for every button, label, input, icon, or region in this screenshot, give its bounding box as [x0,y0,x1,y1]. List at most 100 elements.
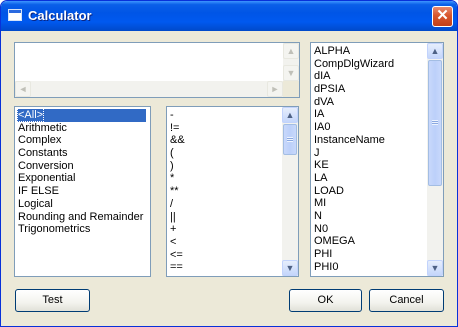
category-item-label: Conversion [18,159,74,172]
variable-item-label: PHI [314,248,333,260]
variable-item[interactable]: ALPHA [313,45,394,58]
variable-item[interactable]: PHI [313,248,394,261]
category-item[interactable]: Constants [17,147,146,160]
variable-item[interactable]: MI [313,197,394,210]
expression-hscroll[interactable]: ◄ ► [15,81,283,97]
variable-item[interactable]: KE [313,159,394,172]
scroll-up-icon[interactable]: ▲ [282,107,298,123]
scroll-right-icon[interactable]: ► [267,81,283,97]
scroll-thumb[interactable] [428,60,442,186]
category-item-label: Complex [18,134,62,147]
window-title: Calculator [28,8,92,23]
scroll-down-icon[interactable]: ▼ [282,260,298,276]
scroll-up-icon[interactable]: ▲ [283,43,299,59]
category-item-label: Rounding and Remainder [18,210,144,223]
category-item[interactable]: Exponential [17,172,146,185]
operator-item-label: || [170,210,176,223]
test-button[interactable]: Test [15,289,90,312]
category-item[interactable]: <All> [16,108,146,122]
operator-item-label: + [170,223,177,236]
variable-item[interactable]: dVA [313,96,394,109]
operator-item-label: != [170,121,180,134]
expression-editor[interactable]: ▲ ▼ ◄ ► [14,42,300,98]
variable-item[interactable]: LA [313,172,394,185]
variable-item-label: LA [314,171,328,184]
operator-item[interactable]: != [169,122,185,135]
variable-vscroll[interactable]: ▲ ▼ [427,43,443,276]
operator-item-label: < [170,235,177,248]
category-item[interactable]: Complex [17,134,146,147]
category-item-label: Exponential [18,172,76,185]
variable-item[interactable]: IA [313,108,394,121]
operator-item-label: ) [170,159,174,172]
variable-item[interactable]: dIA [313,70,394,83]
operator-item[interactable]: * [169,172,185,185]
variable-item-label: MI [314,197,327,210]
operator-item[interactable]: + [169,223,185,236]
category-items: <All> Arithmetic Complex Constants Conversio… [16,108,146,236]
variable-item-label: InstanceName [314,133,385,146]
category-item-label: IF ELSE [18,185,59,198]
variable-item[interactable]: InstanceName [313,134,394,147]
category-item[interactable]: Logical [17,198,146,211]
category-item-label: Logical [18,197,53,210]
scroll-down-icon[interactable]: ▼ [283,65,299,81]
expression-vscroll[interactable]: ▲ ▼ [283,43,299,81]
operator-item[interactable]: < [169,236,185,249]
category-item-label: Arithmetic [18,121,67,134]
variable-item-label: dIA [314,70,331,83]
operator-item[interactable]: || [169,211,185,224]
operator-item[interactable]: ) [169,160,185,173]
scroll-up-icon[interactable]: ▲ [427,43,443,59]
calculator-window: Calculator ✕ ▲ ▼ ◄ ► <All> Arithmetic Comp… [0,0,458,327]
category-item[interactable]: Rounding and Remainder [17,211,146,224]
variable-item[interactable]: CompDlgWizard [313,58,394,71]
variable-item[interactable]: dPSIA [313,83,394,96]
close-button[interactable]: ✕ [432,6,453,27]
expression-text[interactable] [17,45,277,79]
operator-item[interactable]: / [169,198,185,211]
variable-item[interactable]: N0 [313,223,394,236]
category-item-label: <All> [16,108,45,122]
operator-item[interactable]: - [169,109,185,122]
variable-item-label: IA [314,108,325,121]
variable-item[interactable]: IA0 [313,121,394,134]
operator-item-label: * [170,172,175,185]
variable-item[interactable]: N [313,210,394,223]
title-bar[interactable]: Calculator ✕ [1,1,457,31]
category-item[interactable]: Trigonometrics [17,223,146,236]
scroll-thumb[interactable] [283,124,297,155]
operator-item[interactable]: ** [169,185,185,198]
cancel-button[interactable]: Cancel [369,289,444,312]
operator-list[interactable]: - != &&() * ** / || + < <= == ▲ ▼ [166,106,299,277]
variable-item-label: LOAD [314,184,344,197]
window-icon [8,9,22,21]
scroll-down-icon[interactable]: ▼ [427,260,443,276]
variable-item[interactable]: LOAD [313,185,394,198]
category-item[interactable]: Arithmetic [17,122,146,135]
scroll-corner [283,81,299,97]
variable-item[interactable]: PHI0 [313,261,394,274]
operator-item[interactable]: == [169,261,185,274]
variable-item-label: IA0 [314,121,331,134]
operator-vscroll[interactable]: ▲ ▼ [282,107,298,276]
ok-button[interactable]: OK [289,289,362,312]
operator-item[interactable]: && [169,134,185,147]
variable-item-label: PHI0 [314,260,339,273]
variable-item-label: OMEGA [314,235,355,248]
category-list[interactable]: <All> Arithmetic Complex Constants Conversio… [14,106,151,277]
operator-items: - != &&() * ** / || + < <= == [169,109,185,274]
variable-list[interactable]: ALPHA CompDlgWizard dIA dPSIA dVA IA IA0 Instan… [310,42,444,277]
operator-item-label: ( [170,147,174,160]
scroll-left-icon[interactable]: ◄ [15,81,31,97]
variable-item[interactable]: OMEGA [313,235,394,248]
variable-item-label: J [314,146,320,159]
variable-item[interactable]: J [313,147,394,160]
operator-item[interactable]: ( [169,147,185,160]
operator-item[interactable]: <= [169,249,185,262]
operator-item-label: && [170,134,185,147]
dialog-body: ▲ ▼ ◄ ► <All> Arithmetic Complex Constants C… [4,31,454,323]
category-item[interactable]: IF ELSE [17,185,146,198]
variable-item-label: dPSIA [314,83,346,96]
category-item[interactable]: Conversion [17,160,146,173]
